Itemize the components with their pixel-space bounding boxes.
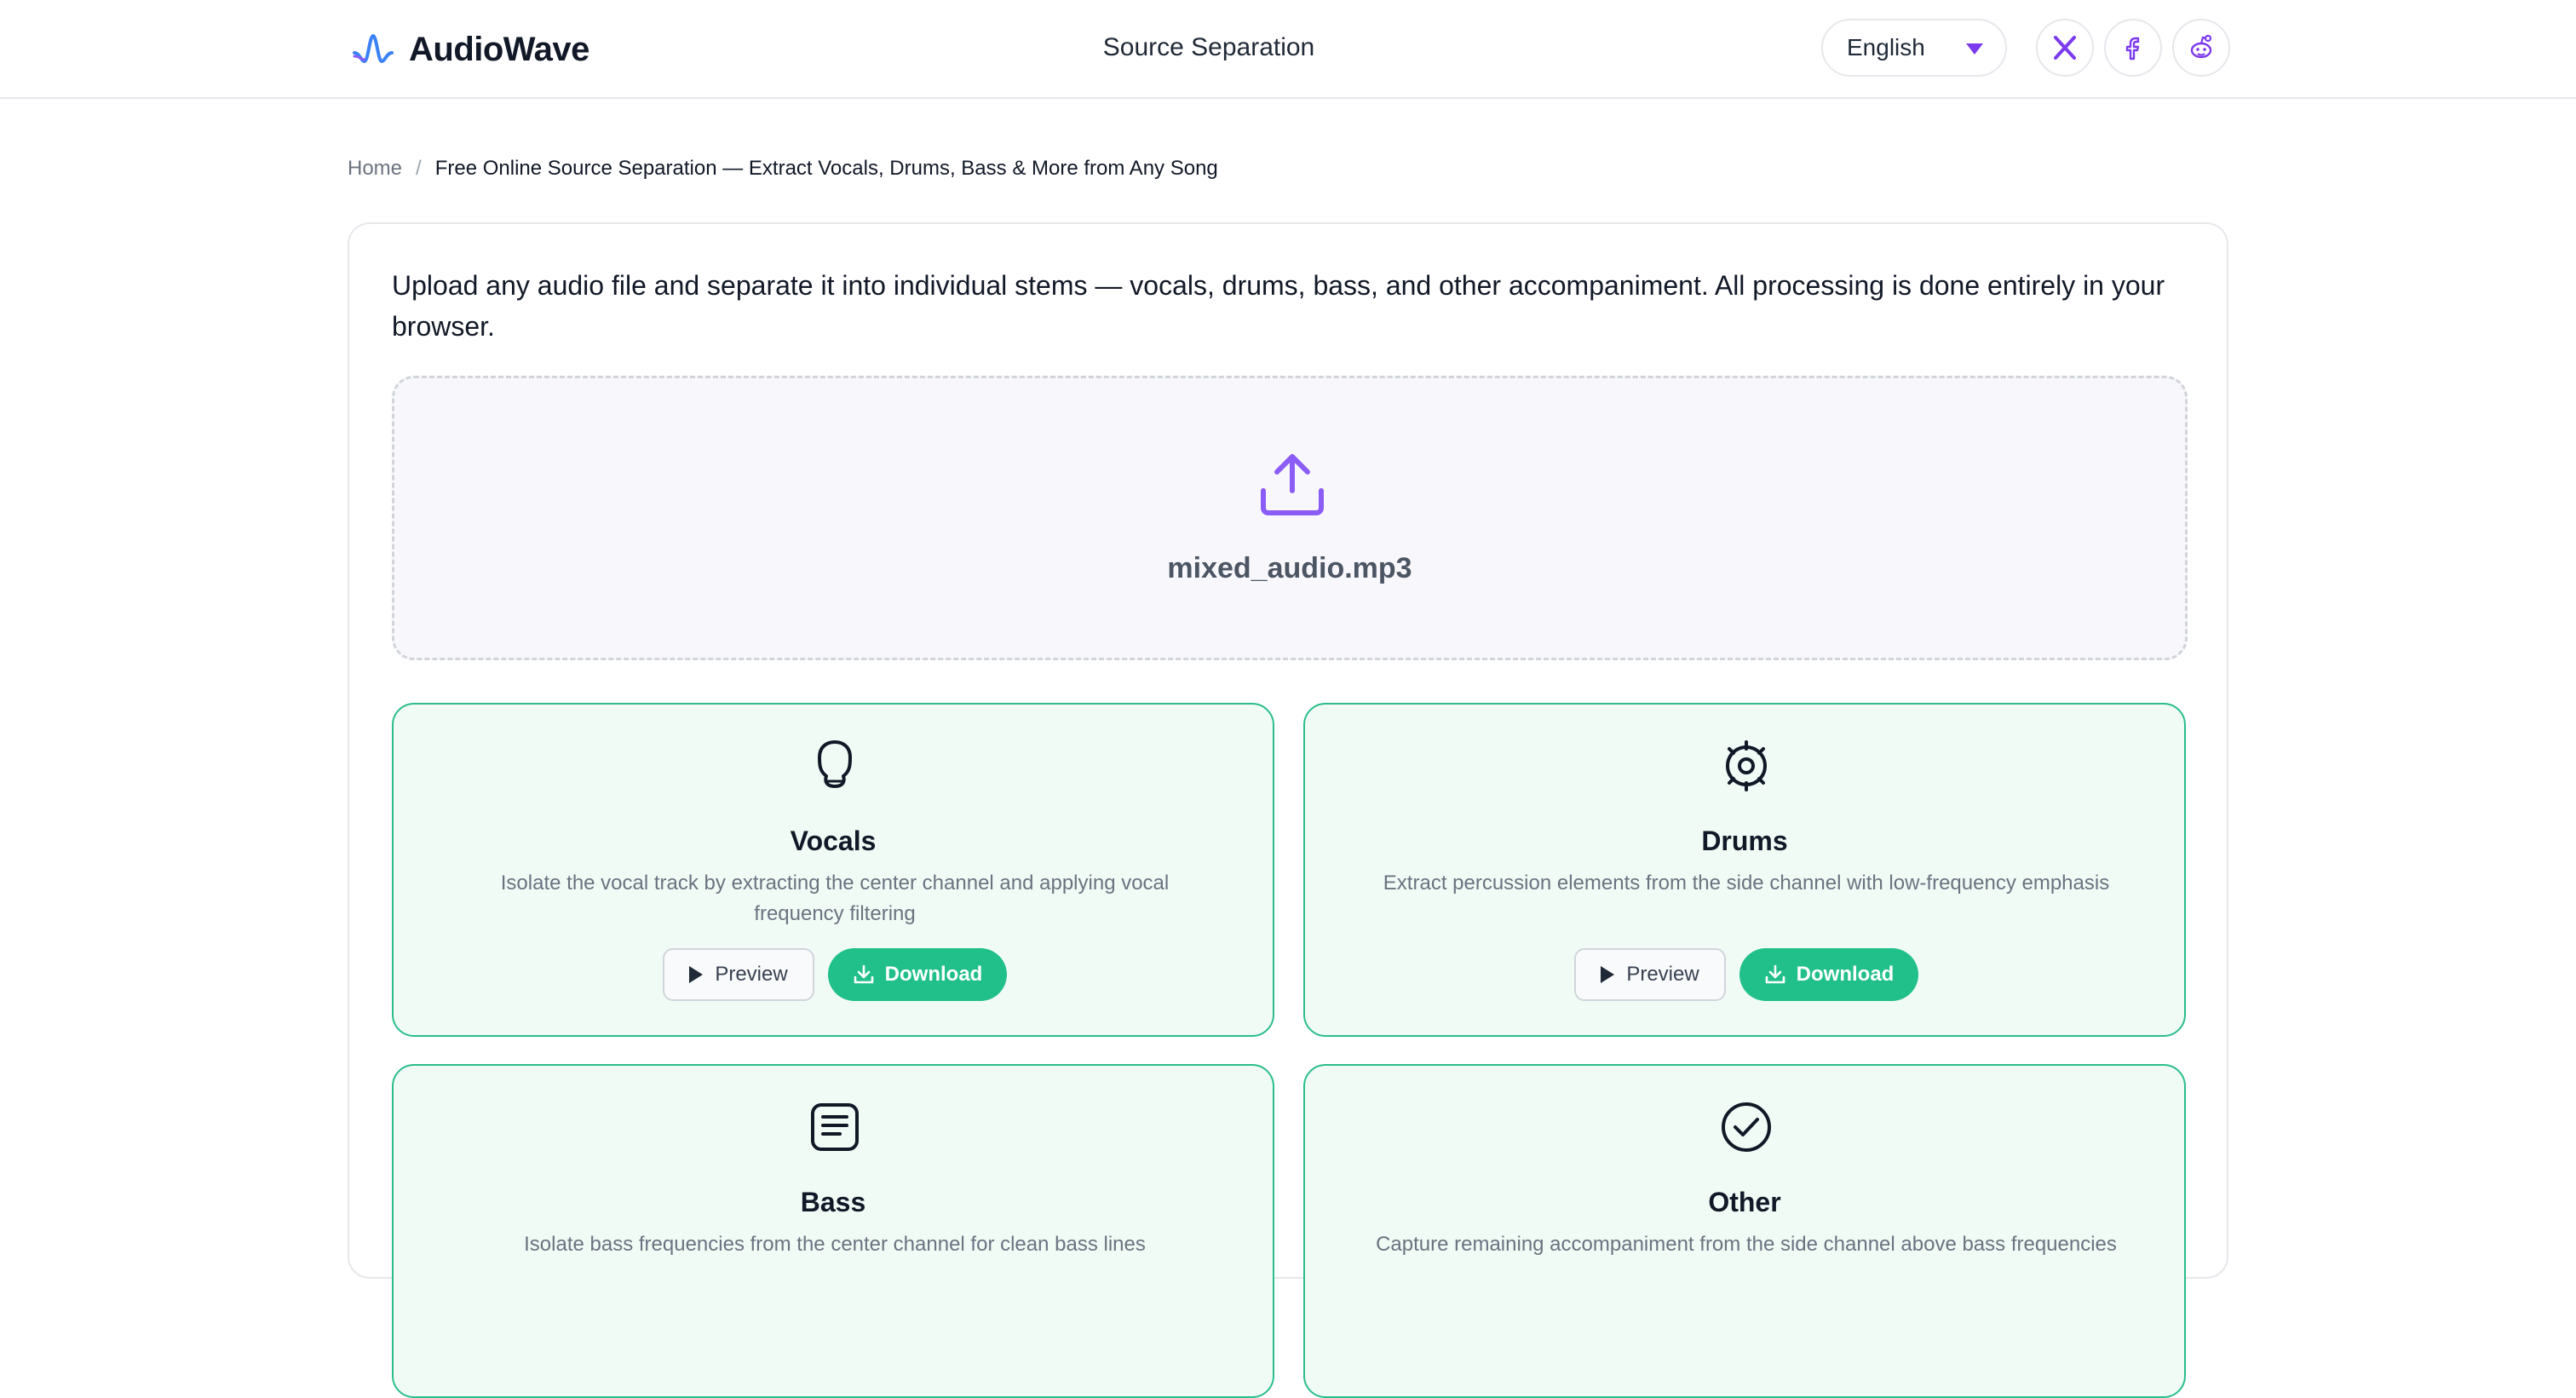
preview-button[interactable]: Preview [663, 948, 814, 1001]
stem-description: Isolate the vocal track by extracting th… [500, 872, 1170, 925]
preview-label: Preview [1626, 963, 1699, 986]
stem-title: Bass [800, 1187, 866, 1217]
play-icon [689, 966, 704, 983]
stem-card-bass: Bass Isolate bass frequencies from the c… [392, 1064, 1274, 1398]
stem-description: Extract percussion elements from the sid… [1383, 872, 2110, 895]
reddit-share-button[interactable] [2172, 19, 2230, 77]
stem-description: Capture remaining accompaniment from the… [1376, 1233, 2117, 1256]
language-select[interactable]: English [1821, 19, 2007, 77]
stem-title: Drums [1701, 826, 1788, 856]
breadcrumb-separator: / [416, 157, 422, 180]
play-icon [1601, 966, 1615, 983]
x-icon [2054, 36, 2076, 60]
upload-icon [1261, 454, 1324, 515]
caret-down-icon [1966, 43, 1983, 55]
stem-title: Vocals [790, 826, 877, 856]
facebook-share-button[interactable] [2104, 19, 2162, 77]
download-icon [854, 964, 873, 984]
breadcrumb-current: Free Online Source Separation — Extract … [434, 157, 1218, 180]
preview-button[interactable]: Preview [1574, 948, 1726, 1001]
logo[interactable]: AudioWave [351, 26, 589, 73]
x-share-button[interactable] [2036, 19, 2094, 77]
stem-card-vocals: Vocals Isolate the vocal track by extrac… [392, 703, 1274, 1037]
stem-card-other: Other Capture remaining accompaniment fr… [1303, 1064, 2186, 1398]
download-button[interactable]: Download [1739, 948, 1918, 1001]
download-icon [1765, 964, 1785, 984]
facebook-icon [2125, 37, 2140, 60]
waveform-logo-icon [353, 33, 394, 64]
breadcrumb-home[interactable]: Home [348, 157, 402, 181]
site-header: AudioWave Source Separation English [0, 0, 2576, 99]
app-name: AudioWave [409, 30, 589, 68]
download-label: Download [884, 963, 983, 986]
breadcrumb: Home / Free Online Source Separation — E… [348, 153, 1218, 184]
separation-card: Upload any audio file and separate it in… [348, 222, 2228, 1398]
uploaded-file-name: mixed_audio.mp3 [1167, 552, 1412, 584]
bass-icon [811, 1103, 859, 1151]
download-label: Download [1796, 963, 1895, 986]
stem-description: Isolate bass frequencies from the center… [524, 1233, 1146, 1256]
intro-text: Upload any audio file and separate it in… [392, 270, 2165, 342]
language-selected: English [1847, 34, 1925, 60]
upload-dropzone[interactable]: mixed_audio.mp3 [392, 376, 2188, 660]
vocals-icon [818, 740, 852, 788]
nav-source-separation[interactable]: Source Separation [1032, 29, 1385, 66]
other-icon [1722, 1102, 1771, 1152]
preview-label: Preview [715, 963, 788, 986]
stem-card-drums: Drums Extract percussion elements from t… [1303, 703, 2186, 1037]
drums-icon [1726, 740, 1767, 791]
stem-title: Other [1708, 1187, 1781, 1217]
reddit-icon [2190, 34, 2212, 59]
download-button[interactable]: Download [828, 948, 1007, 1001]
